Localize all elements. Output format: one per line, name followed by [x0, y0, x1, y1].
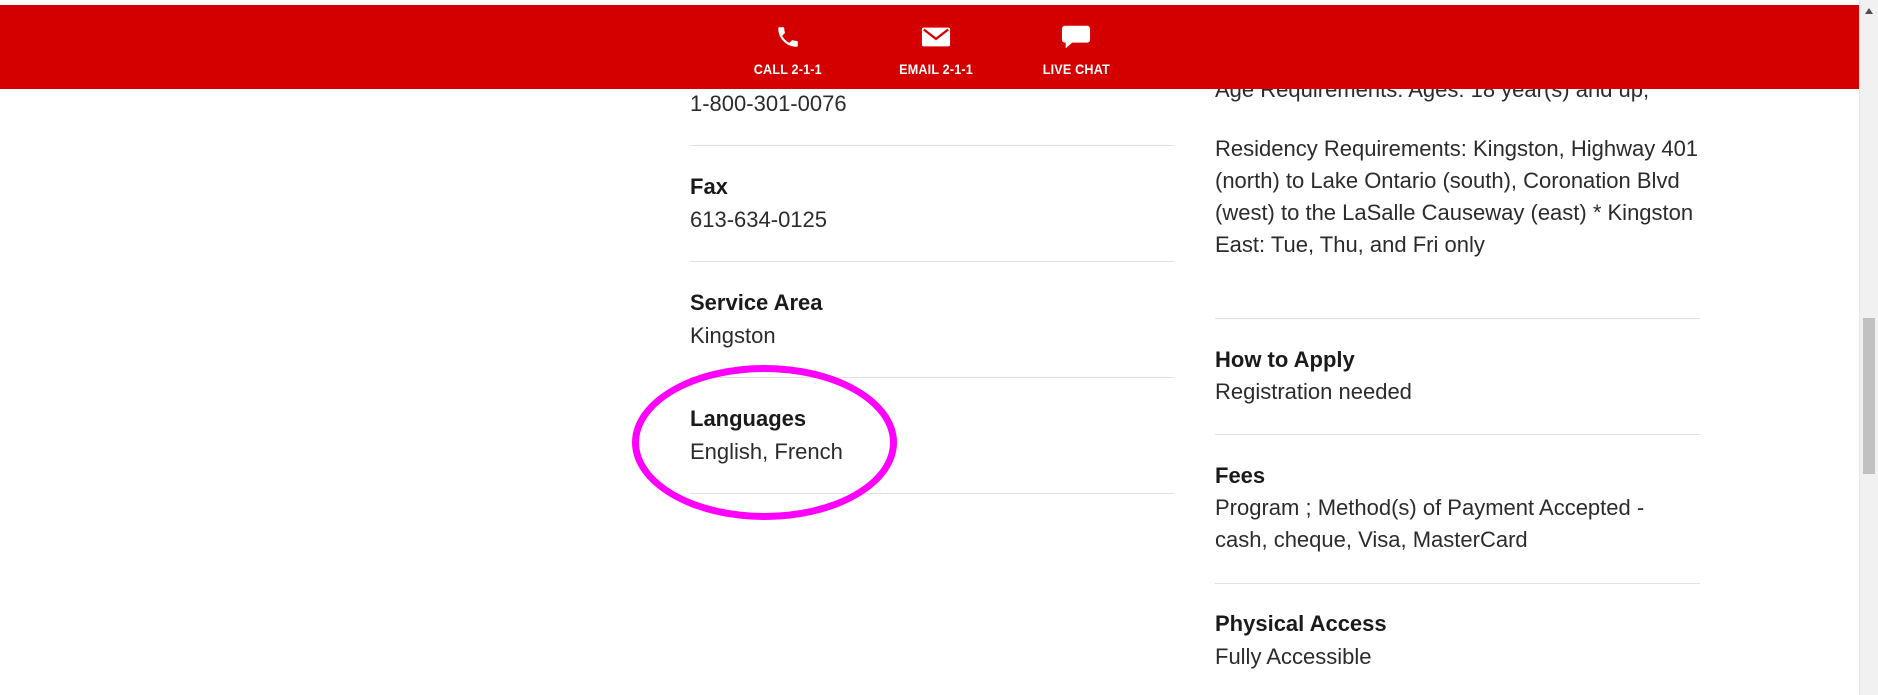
divider — [690, 493, 1174, 494]
envelope-icon — [921, 22, 951, 52]
fees-value: Program ; Method(s) of Payment Accepted … — [1215, 495, 1645, 552]
toll-free-number: 1-800-301-0076 — [690, 91, 847, 116]
chat-bubble-icon — [1061, 22, 1091, 52]
fees-label: Fees — [1215, 463, 1266, 488]
email-211-button[interactable]: EMAIL 2-1-1 — [880, 5, 992, 89]
divider — [690, 145, 1174, 146]
contact-bar: CALL 2-1-1 EMAIL 2-1-1 LIVE CHAT — [0, 5, 1860, 89]
physical-access-label: Physical Access — [1215, 611, 1387, 636]
call-211-button[interactable]: CALL 2-1-1 — [740, 5, 836, 89]
divider — [1215, 583, 1700, 584]
how-to-apply-value: Registration needed — [1215, 379, 1412, 404]
fax-label: Fax — [690, 174, 728, 199]
vertical-scrollbar[interactable] — [1859, 0, 1878, 695]
scrollbar-thumb[interactable] — [1863, 318, 1875, 474]
live-chat-button[interactable]: LIVE CHAT — [1030, 5, 1122, 89]
service-area-value: Kingston — [690, 323, 776, 348]
service-area-label: Service Area — [690, 290, 823, 315]
how-to-apply-label: How to Apply — [1215, 347, 1355, 372]
fax-value: 613-634-0125 — [690, 207, 828, 232]
physical-access-value: Fully Accessible — [1215, 644, 1372, 669]
divider — [1215, 318, 1700, 319]
phone-icon — [773, 22, 803, 52]
divider — [690, 261, 1174, 262]
email-211-label: EMAIL 2-1-1 — [899, 61, 973, 77]
divider — [690, 377, 1174, 378]
scroll-up-arrow-icon[interactable] — [1865, 8, 1873, 14]
languages-label: Languages — [690, 406, 807, 431]
page: Age Requirements: Ages: 18 year(s) and u… — [0, 0, 1878, 695]
divider — [1215, 434, 1700, 435]
residency-requirements-text: Residency Requirements: Kingston, Highwa… — [1215, 136, 1699, 257]
call-211-label: CALL 2-1-1 — [753, 61, 823, 77]
languages-value: English, French — [690, 439, 843, 464]
live-chat-label: LIVE CHAT — [1042, 61, 1110, 77]
